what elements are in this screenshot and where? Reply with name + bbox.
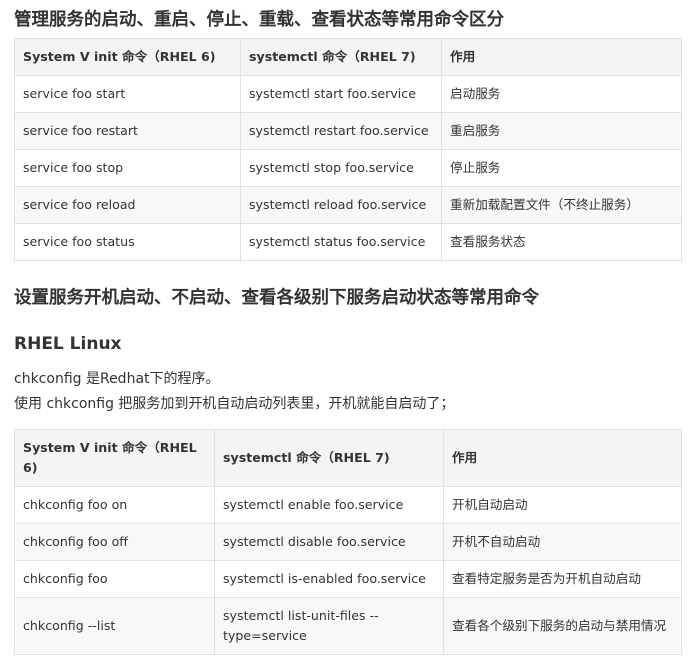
paragraph-line: 使用 chkconfig 把服务加到开机自动启动列表里，开机就能自启动了； bbox=[14, 396, 455, 412]
purpose-cell: 查看各个级别下服务的启动与禁用情况 bbox=[443, 597, 682, 655]
rhel-linux-subheading: RHEL Linux bbox=[14, 334, 122, 354]
table-row: service foo restart systemctl restart fo… bbox=[14, 112, 682, 150]
section2-heading: 设置服务开机启动、不启动、查看各级别下服务启动状态等常用命令 bbox=[14, 288, 539, 308]
header-systemctl: systemctl 命令（RHEL 7) bbox=[214, 429, 444, 487]
systemctl-cell: systemctl status foo.service bbox=[240, 223, 442, 261]
table-row: chkconfig foo systemctl is-enabled foo.s… bbox=[14, 560, 682, 598]
sysv-cell: service foo restart bbox=[14, 112, 241, 150]
table-header-row: System V init 命令（RHEL 6) systemctl 命令（RH… bbox=[14, 38, 682, 76]
purpose-cell: 查看服务状态 bbox=[441, 223, 682, 261]
sysv-cell: service foo reload bbox=[14, 186, 241, 224]
systemctl-cell: systemctl enable foo.service bbox=[214, 486, 444, 524]
table-header-row: System V init 命令（RHEL 6) systemctl 命令（RH… bbox=[14, 429, 682, 487]
sysv-cell: chkconfig foo bbox=[14, 560, 215, 598]
table-row: chkconfig --list systemctl list-unit-fil… bbox=[14, 597, 682, 655]
purpose-cell: 启动服务 bbox=[441, 75, 682, 113]
sysv-cell: service foo start bbox=[14, 75, 241, 113]
header-systemctl: systemctl 命令（RHEL 7) bbox=[240, 38, 442, 76]
header-sysv: System V init 命令（RHEL 6) bbox=[14, 38, 241, 76]
purpose-cell: 查看特定服务是否为开机自动启动 bbox=[443, 560, 682, 598]
purpose-cell: 重启服务 bbox=[441, 112, 682, 150]
systemctl-cell: systemctl is-enabled foo.service bbox=[214, 560, 444, 598]
systemctl-cell: systemctl restart foo.service bbox=[240, 112, 442, 150]
table-row: chkconfig foo on systemctl enable foo.se… bbox=[14, 486, 682, 524]
header-purpose: 作用 bbox=[443, 429, 682, 487]
purpose-cell: 开机不自动启动 bbox=[443, 523, 682, 561]
table-row: chkconfig foo off systemctl disable foo.… bbox=[14, 523, 682, 561]
table-row: service foo start systemctl start foo.se… bbox=[14, 75, 682, 113]
paragraph-line: chkconfig 是Redhat下的程序。 bbox=[14, 371, 220, 387]
sysv-cell: chkconfig --list bbox=[14, 597, 215, 655]
chkconfig-commands-table: System V init 命令（RHEL 6) systemctl 命令（RH… bbox=[14, 429, 682, 655]
systemctl-cell: systemctl stop foo.service bbox=[240, 149, 442, 187]
purpose-cell: 停止服务 bbox=[441, 149, 682, 187]
sysv-cell: service foo stop bbox=[14, 149, 241, 187]
table-row: service foo stop systemctl stop foo.serv… bbox=[14, 149, 682, 187]
systemctl-cell: systemctl reload foo.service bbox=[240, 186, 442, 224]
header-sysv: System V init 命令（RHEL 6) bbox=[14, 429, 215, 487]
header-purpose: 作用 bbox=[441, 38, 682, 76]
systemctl-cell: systemctl start foo.service bbox=[240, 75, 442, 113]
service-commands-table: System V init 命令（RHEL 6) systemctl 命令（RH… bbox=[14, 38, 682, 261]
systemctl-cell: systemctl list-unit-files --type=service bbox=[214, 597, 444, 655]
sysv-cell: chkconfig foo off bbox=[14, 523, 215, 561]
table-row: service foo status systemctl status foo.… bbox=[14, 223, 682, 261]
article-page: 管理服务的启动、重启、停止、重载、查看状态等常用命令区分 System V in… bbox=[0, 0, 695, 661]
section1-heading: 管理服务的启动、重启、停止、重载、查看状态等常用命令区分 bbox=[14, 10, 504, 30]
sysv-cell: service foo status bbox=[14, 223, 241, 261]
table-row: service foo reload systemctl reload foo.… bbox=[14, 186, 682, 224]
purpose-cell: 重新加载配置文件（不终止服务） bbox=[441, 186, 682, 224]
sysv-cell: chkconfig foo on bbox=[14, 486, 215, 524]
purpose-cell: 开机自动启动 bbox=[443, 486, 682, 524]
systemctl-cell: systemctl disable foo.service bbox=[214, 523, 444, 561]
